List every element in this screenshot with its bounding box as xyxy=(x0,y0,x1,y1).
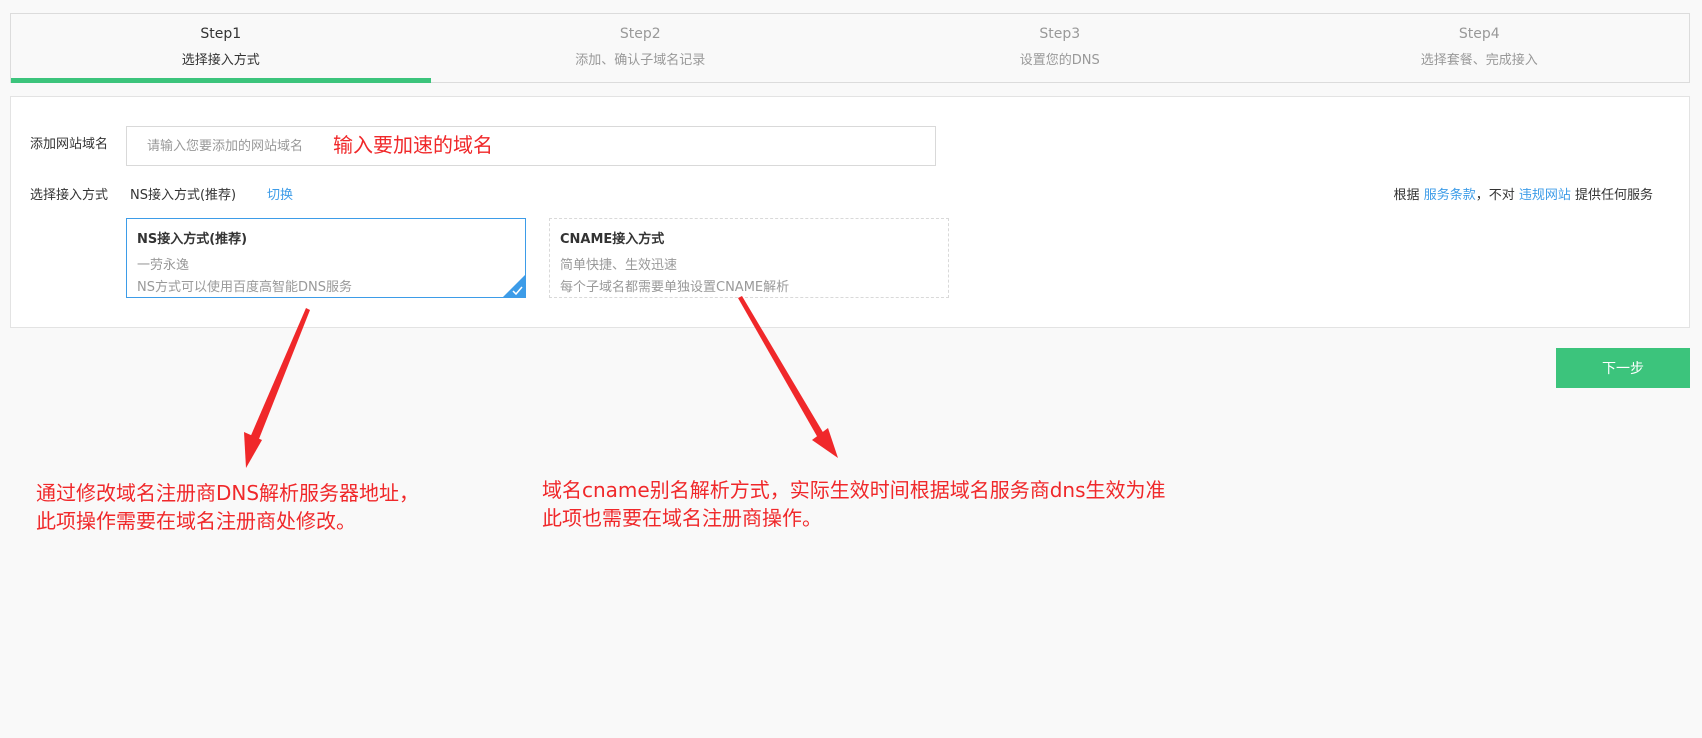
method-label: 选择接入方式 xyxy=(30,188,109,203)
terms-prefix: 根据 xyxy=(1393,188,1424,203)
step-2-number: Step2 xyxy=(619,26,661,42)
step-3: Step3 设置您的DNS xyxy=(850,14,1270,82)
selected-check-icon xyxy=(503,275,525,297)
ns-annotation-line2: 此项操作需要在域名注册商处修改。 xyxy=(36,509,356,533)
terms-middle: ，不对 xyxy=(1475,188,1519,203)
cname-option-card[interactable]: CNAME接入方式 简单快捷、生效迅速 每个子域名都需要单独设置CNAME解析 xyxy=(549,218,949,298)
step-1: Step1 选择接入方式 xyxy=(11,14,431,83)
step-1-label: 选择接入方式 xyxy=(181,53,260,68)
input-annotation: 输入要加速的域名 xyxy=(333,133,493,157)
next-button[interactable]: 下一步 xyxy=(1556,348,1690,388)
step-3-number: Step3 xyxy=(1039,26,1081,42)
terms-notice: 根据 服务条款，不对 违规网站 提供任何服务 xyxy=(1394,187,1653,205)
step-4: Step4 选择套餐、完成接入 xyxy=(1270,14,1690,82)
ns-option-card[interactable]: NS接入方式(推荐) 一劳永逸 NS方式可以使用百度高智能DNS服务 xyxy=(126,218,526,298)
step-progress-bar: Step1 选择接入方式 Step2 添加、确认子域名记录 Step3 设置您的… xyxy=(10,13,1690,83)
domain-label: 添加网站域名 xyxy=(30,137,109,152)
terms-suffix: 提供任何服务 xyxy=(1570,188,1653,203)
step-2-label: 添加、确认子域名记录 xyxy=(575,53,706,68)
access-method-panel: 添加网站域名 输入要加速的域名 选择接入方式 NS接入方式(推荐) 切换 根据 … xyxy=(10,96,1690,328)
cname-annotation: 域名cname别名解析方式，实际生效时间根据域名服务商dns生效为准 此项也需要… xyxy=(542,476,1166,532)
switch-link[interactable]: 切换 xyxy=(267,187,293,205)
step-4-number: Step4 xyxy=(1458,26,1500,42)
step-1-number: Step1 xyxy=(200,26,242,42)
current-method: NS接入方式(推荐) xyxy=(130,188,237,203)
ns-annotation-line1: 通过修改域名注册商DNS解析服务器地址， xyxy=(36,481,420,505)
step-2: Step2 添加、确认子域名记录 xyxy=(431,14,851,82)
cname-option-title: CNAME接入方式 xyxy=(560,232,665,247)
ns-option-desc: 一劳永逸 xyxy=(137,258,190,273)
step-3-label: 设置您的DNS xyxy=(1019,53,1100,68)
ns-option-detail: NS方式可以使用百度高智能DNS服务 xyxy=(137,280,352,295)
step-4-label: 选择套餐、完成接入 xyxy=(1420,53,1538,68)
step-1-active-bar xyxy=(11,78,431,83)
ns-option-title: NS接入方式(推荐) xyxy=(137,232,248,247)
cname-annotation-line1: 域名cname别名解析方式，实际生效时间根据域名服务商dns生效为准 xyxy=(542,478,1166,502)
domain-input[interactable] xyxy=(126,126,936,166)
cname-option-desc: 简单快捷、生效迅速 xyxy=(560,258,678,273)
cname-option-detail: 每个子域名都需要单独设置CNAME解析 xyxy=(560,280,790,295)
ns-arrow xyxy=(244,308,310,468)
ns-annotation: 通过修改域名注册商DNS解析服务器地址， 此项操作需要在域名注册商处修改。 xyxy=(36,479,419,535)
violation-link[interactable]: 违规网站 xyxy=(1519,188,1571,203)
cname-annotation-line2: 此项也需要在域名注册商操作。 xyxy=(542,506,822,530)
terms-link[interactable]: 服务条款 xyxy=(1424,188,1476,203)
